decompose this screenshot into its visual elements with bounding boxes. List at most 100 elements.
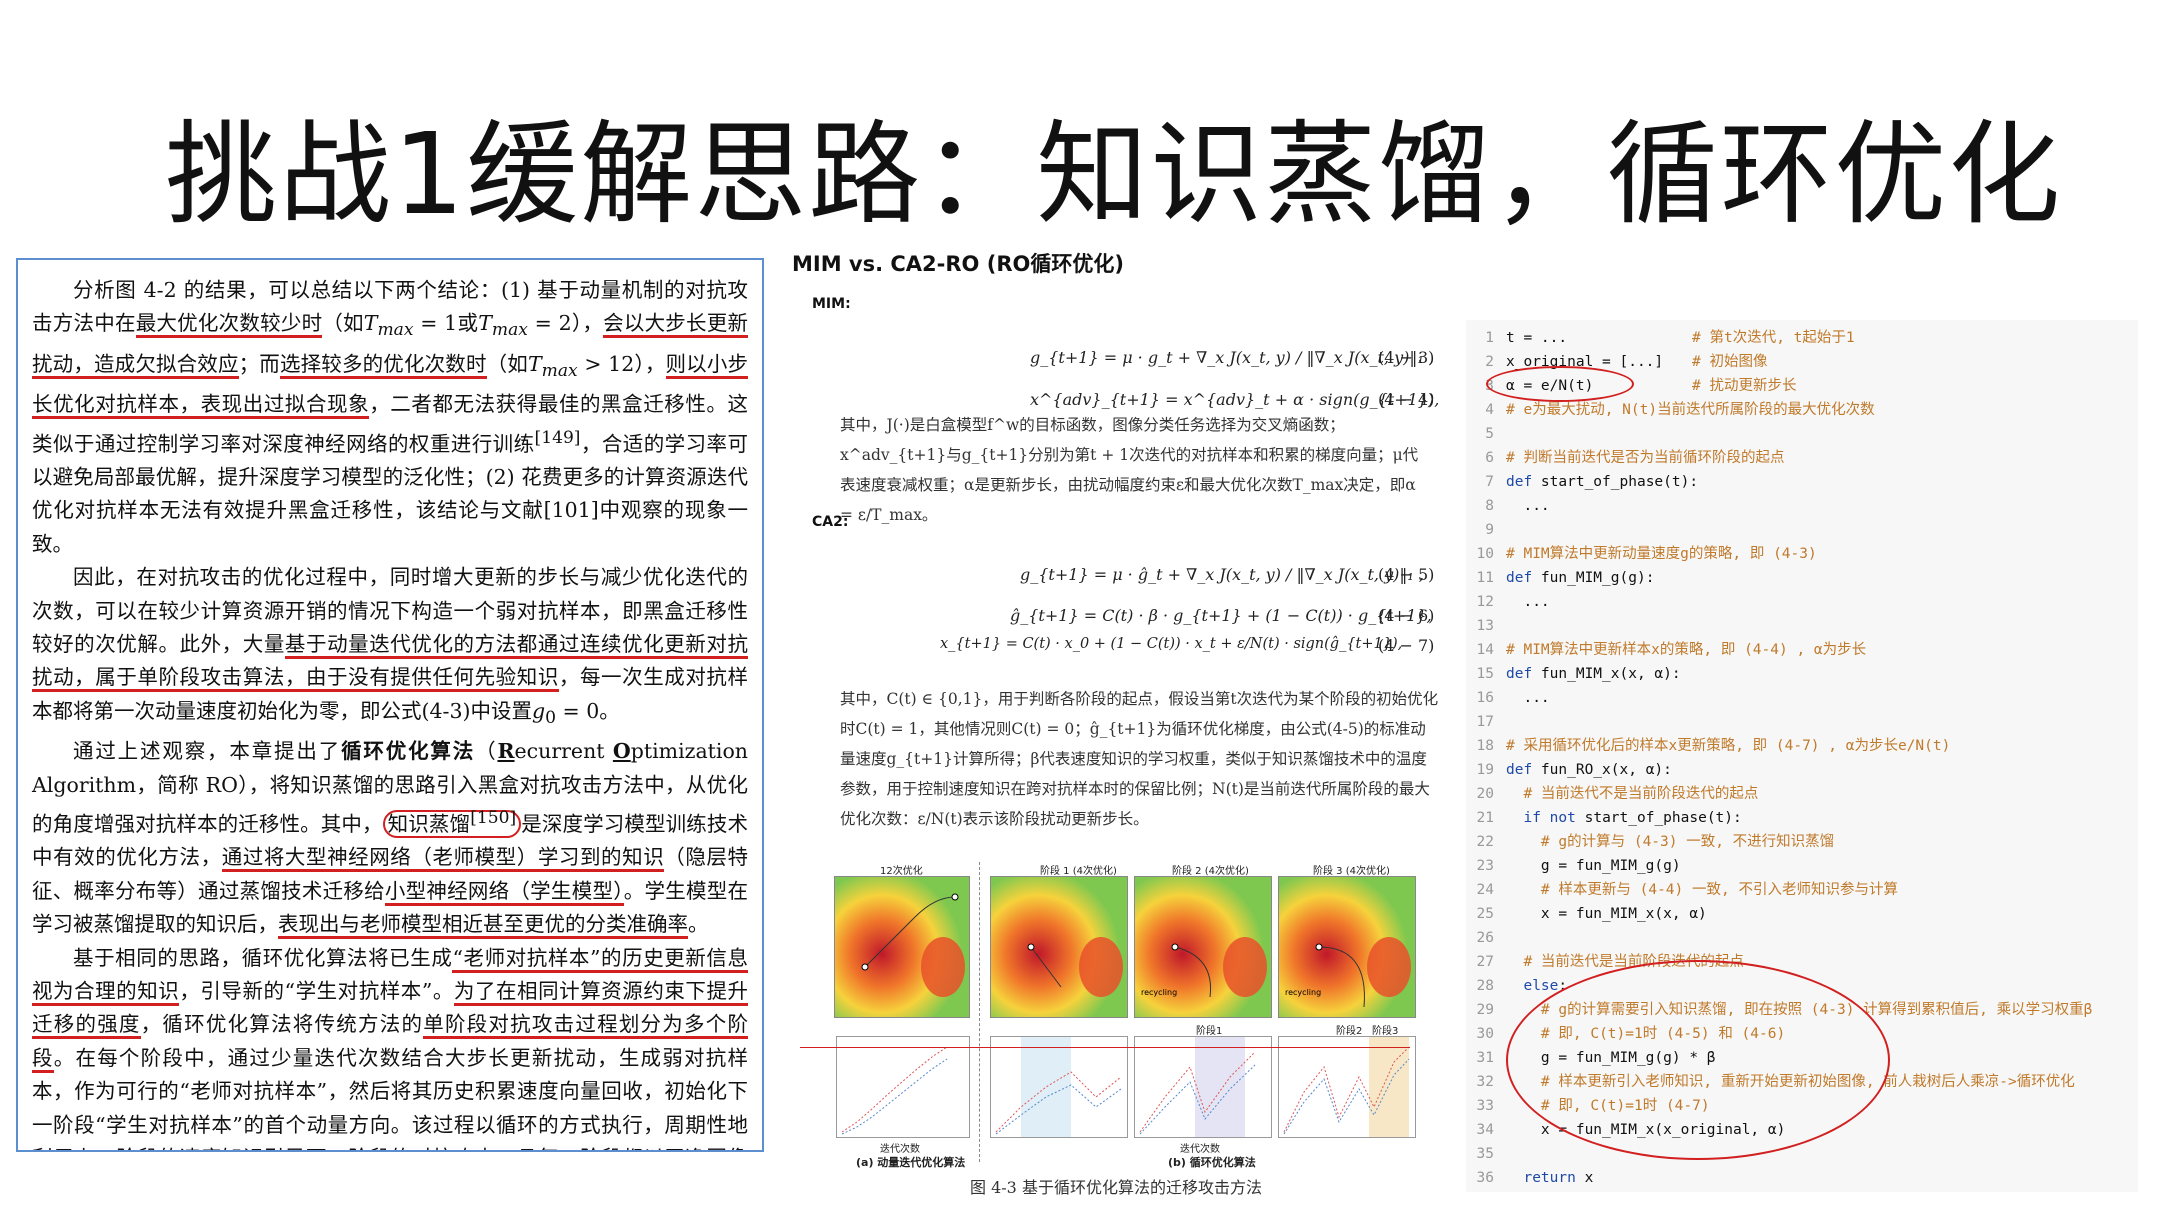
line-number: 15 [1476,666,1494,682]
line-number: 25 [1476,906,1494,922]
equation-number-4-6: (4 − 6) [1378,606,1435,625]
code-text: return x [1523,1170,1594,1186]
code-line: 7 def start_of_phase(t): [1466,470,1698,494]
heatmap-title-2: 阶段 1 (4次优化) [1040,866,1117,877]
figure-caption: 图 4-3 基于循环优化算法的迁移攻击方法 [970,1178,1262,1197]
code-text: if not start_of_phase(t): [1523,810,1742,826]
line-number: 36 [1476,1170,1494,1186]
paragraph-1: 分析图 4-2 的结果，可以总结以下两个结论：(1) 基于动量机制的对抗攻击方法… [32,278,749,556]
line-number: 21 [1476,810,1494,826]
code-line: 20 # 当前迭代不是当前阶段迭代的起点 [1466,782,1759,806]
code-text: ... [1506,498,1550,514]
line-number: 31 [1476,1050,1494,1066]
heatmap-title-3: 阶段 2 (4次优化) [1172,866,1249,877]
line-number: 18 [1476,738,1494,754]
code-line: 26 [1466,926,1506,950]
heatmap-title-4: 阶段 3 (4次优化) [1313,866,1390,877]
code-line: 22 # g的计算与 (4-3) 一致, 不进行知识蒸馏 [1466,830,1835,854]
heatmap-phase-1 [990,876,1128,1018]
code-comment: # 初始图像 [1692,354,1768,370]
comparison-title: MIM vs. CA2-RO (RO循环优化) [792,252,1124,276]
heatmap-phase-3: recycling [1278,876,1416,1018]
code-comment: # 判断当前迭代是否为当前循环阶段的起点 [1506,450,1785,466]
line-number: 4 [1485,402,1494,418]
line-number: 23 [1476,858,1494,874]
equation-4-3: g_{t+1} = μ · g_t + ∇_x J(x_t, y) / ‖∇_x… [1030,348,1434,367]
line-number: 30 [1476,1026,1494,1042]
code-line: 23 g = fun_MIM_g(g) [1466,854,1681,878]
line-number: 12 [1476,594,1494,610]
line-number: 13 [1476,618,1494,634]
paragraph-2: 因此，在对抗攻击的优化过程中，同时增大更新的步长与减少优化迭代的次数，可以在较少… [32,565,749,728]
line-number: 5 [1485,426,1494,442]
code-line: 25 x = fun_MIM_x(x, α) [1466,902,1707,926]
line-number: 1 [1485,330,1494,346]
equation-number-4-5: (4 − 5) [1378,565,1435,584]
code-line: 1 t = ... # 第t次迭代, t起始于1 [1466,326,1854,350]
plot-phase-3 [1278,1036,1416,1138]
code-text: def fun_MIM_g(g): [1506,570,1655,586]
line-number: 27 [1476,954,1494,970]
code-text: ... [1506,594,1550,610]
equation-4-5: g_{t+1} = μ · ĝ_t + ∇_x J(x_t, y) / ‖∇_x… [1020,565,1424,584]
mim-explanation: 其中，J(·)是白盒模型f^w的目标函数，图像分类任务选择为交叉熵函数；x^ad… [840,416,1419,524]
equation-number-4-4: (4 − 4) [1378,390,1435,409]
code-text: g = fun_MIM_g(g) [1506,858,1681,874]
paragraph-4: 基于相同的思路，循环优化算法将已生成“老师对抗样本”的历史更新信息视为合理的知识… [32,945,749,1150]
code-line: 16 ... [1466,686,1550,710]
line-number: 24 [1476,882,1494,898]
equation-number-4-7: (4 − 7) [1378,636,1435,655]
line-number: 20 [1476,786,1494,802]
thesis-text-panel: 分析图 4-2 的结果，可以总结以下两个结论：(1) 基于动量机制的对抗攻击方法… [16,258,764,1152]
code-comment: # 第t次迭代, t起始于1 [1692,330,1855,346]
code-line: 24 # 样本更新与 (4-4) 一致, 不引入老师知识参与计算 [1466,878,1898,902]
line-number: 14 [1476,642,1494,658]
code-line: 18 # 采用循环优化后的样本x更新策略, 即 (4-7) , α为步长e/N(t… [1466,734,1951,758]
sub-caption-b: (b) 循环优化算法 [1168,1156,1256,1169]
code-line: 36 return x [1466,1166,1594,1190]
code-comment: # 样本更新与 (4-4) 一致, 不引入老师知识参与计算 [1540,882,1898,898]
red-reference-line [800,1047,1410,1048]
code-line: 6 # 判断当前迭代是否为当前循环阶段的起点 [1466,446,1784,470]
ca2-label: CA2: [812,514,849,530]
plot-phase-2 [1134,1036,1272,1138]
code-line: 14 # MIM算法中更新样本x的策略, 即 (4-4) , α为步长 [1466,638,1867,662]
highlight-oval-step [1486,366,1634,402]
code-line: 35 [1466,1142,1506,1166]
plot-title-4: 阶段3 [1372,1026,1399,1037]
code-text: t = ... [1506,330,1568,346]
line-number: 32 [1476,1074,1494,1090]
code-line: 15 def fun_MIM_x(x, α): [1466,662,1681,686]
line-number: 33 [1476,1098,1494,1114]
line-number: 8 [1485,498,1494,514]
code-line: 13 [1466,614,1506,638]
code-comment: # g的计算与 (4-3) 一致, 不进行知识蒸馏 [1540,834,1835,850]
code-line: 10 # MIM算法中更新动量速度g的策略, 即 (4-3) [1466,542,1817,566]
plot-title-2: 阶段1 [1196,1026,1223,1037]
code-comment: # e为最大扰动, N(t)当前迭代所属阶段的最大优化次数 [1506,402,1875,418]
line-number: 9 [1485,522,1494,538]
code-comment: # 当前迭代不是当前阶段迭代的起点 [1523,786,1759,802]
code-comment: # 扰动更新步长 [1692,378,1797,394]
code-line: 19 def fun_RO_x(x, α): [1466,758,1672,782]
code-comment: # MIM算法中更新样本x的策略, 即 (4-4) , α为步长 [1506,642,1867,658]
code-line: 11 def fun_MIM_g(g): [1466,566,1655,590]
line-number: 28 [1476,978,1494,994]
heatmap-phase-1-graphic [991,877,1127,1017]
code-line: 5 [1466,422,1506,446]
code-line: 12 ... [1466,590,1550,614]
ca2-explanation: 其中，C(t) ∈ {0,1}，用于判断各阶段的起点，假设当第t次迭代为某个阶段… [840,690,1439,828]
line-number: 34 [1476,1122,1494,1138]
heatmap-phase-2-graphic: recycling [1135,877,1271,1017]
plot-title-3: 阶段2 [1336,1026,1363,1037]
recycling-label-1: recycling [1141,988,1177,997]
equation-4-6: ĝ_{t+1} = C(t) · β · g_{t+1} + (1 − C(t)… [1010,606,1432,625]
plot-momentum [836,1036,970,1138]
slide-title: 挑战1缓解思路：知识蒸馏，循环优化 [165,110,2063,240]
sub-caption-a: (a) 动量迭代优化算法 [856,1156,966,1169]
line-number: 35 [1476,1146,1494,1162]
line-number: 16 [1476,690,1494,706]
